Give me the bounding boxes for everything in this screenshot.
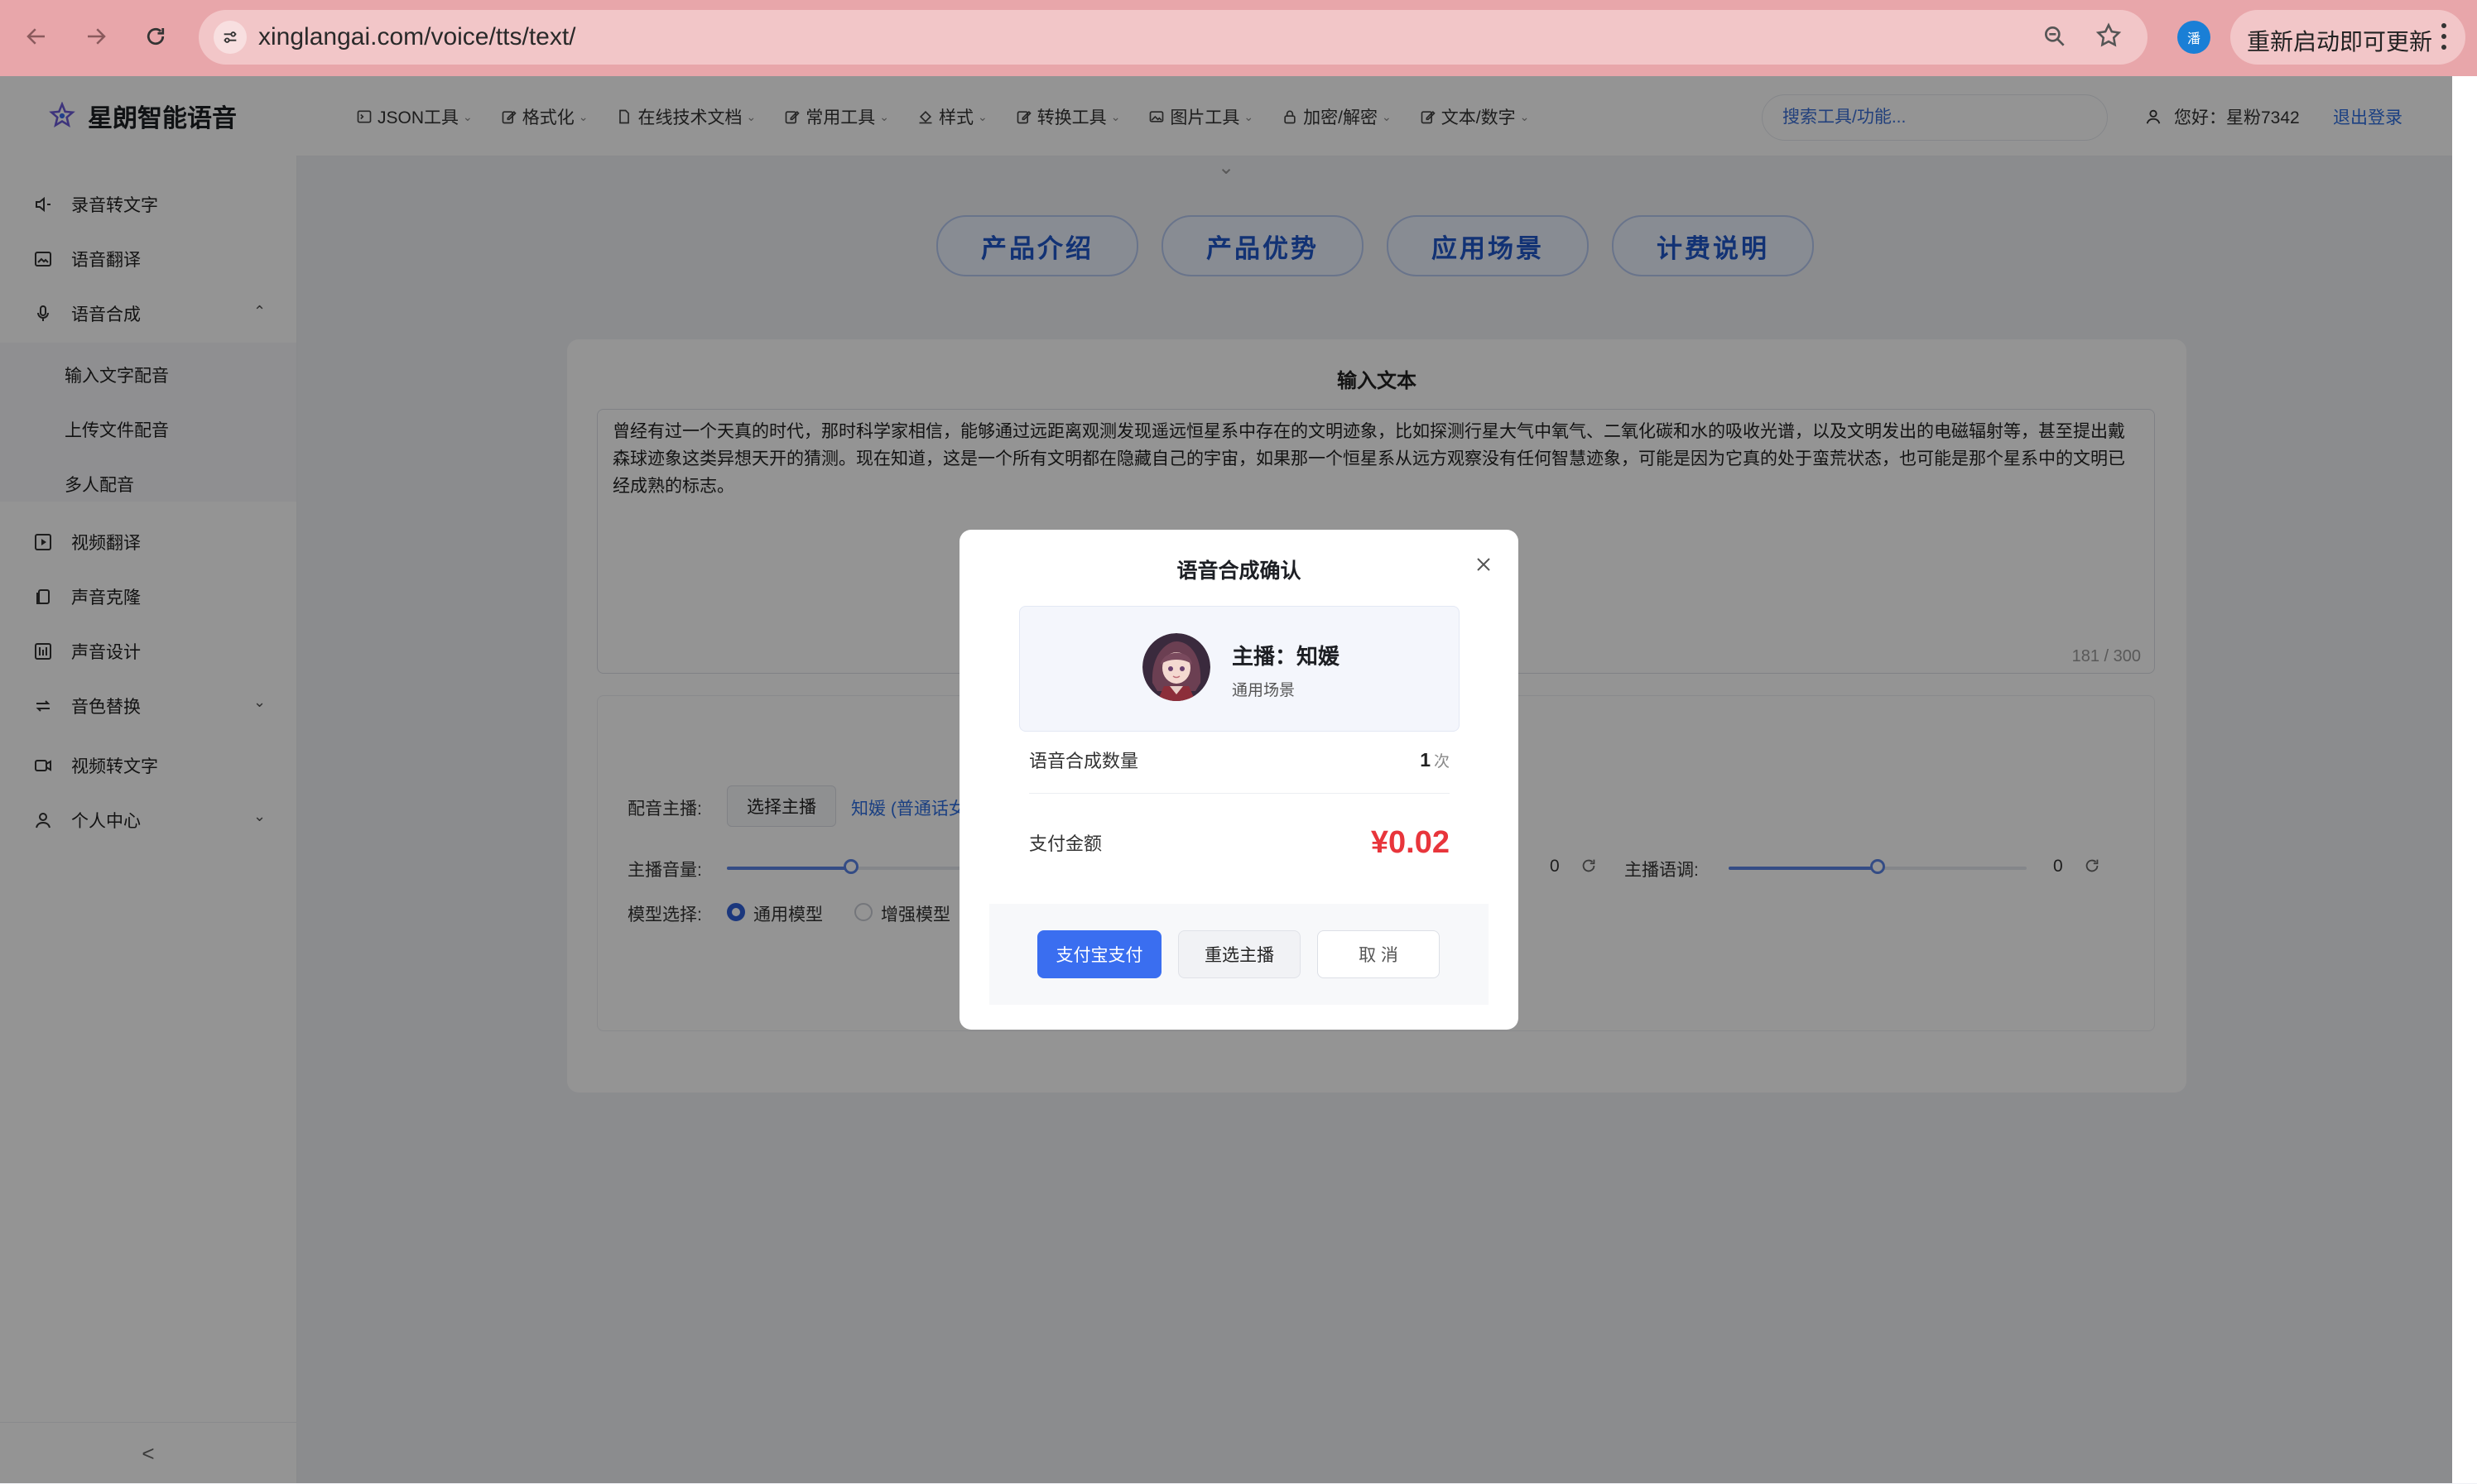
anchor-name: 主播：知媛: [1232, 644, 1340, 669]
amount-value: ¥0.02: [1370, 824, 1450, 860]
close-icon[interactable]: [1474, 555, 1493, 574]
alipay-pay-button[interactable]: 支付宝支付: [1037, 930, 1162, 978]
quantity-number: 1: [1420, 748, 1431, 771]
kebab-menu-icon[interactable]: [2441, 22, 2447, 51]
arrow-right-icon: [88, 28, 106, 45]
reload-button[interactable]: [137, 18, 174, 55]
site-settings-icon[interactable]: [214, 21, 247, 54]
arrow-left-icon: [26, 28, 45, 45]
avatar: [1142, 633, 1210, 701]
dialog-footer: 支付宝支付 重选主播 取 消: [989, 904, 1489, 1005]
quantity-unit: 次: [1433, 752, 1450, 771]
zoom-icon[interactable]: [2042, 23, 2068, 54]
dialog-title: 语音合成确认: [1176, 560, 1301, 583]
reload-icon: [147, 27, 165, 46]
amount-label: 支付金额: [1029, 833, 1103, 854]
url-text[interactable]: xinglangai.com/voice/tts/text/: [258, 23, 576, 51]
browser-toolbar: xinglangai.com/voice/tts/text/ 潘 重新启动即可更…: [0, 0, 2477, 76]
quantity-row: 语音合成数量 1次: [1029, 747, 1450, 773]
update-button[interactable]: 重新启动即可更新: [2230, 10, 2465, 65]
profile-avatar[interactable]: 潘: [2177, 21, 2210, 54]
scrollbar-gutter: [2452, 76, 2477, 1483]
update-label: 重新启动即可更新: [2247, 29, 2433, 55]
anchor-scene: 通用场景: [1232, 682, 1296, 699]
address-bar[interactable]: xinglangai.com/voice/tts/text/: [199, 10, 2148, 65]
tts-confirm-dialog: 语音合成确认 主播：知媛 通用场景 语音合成数量 1次 支付金额 ¥0.02 支: [960, 530, 1518, 1030]
cancel-button[interactable]: 取 消: [1317, 930, 1440, 978]
forward-button[interactable]: [78, 18, 114, 55]
divider: [1029, 793, 1450, 794]
quantity-label: 语音合成数量: [1029, 751, 1139, 771]
bookmark-star-icon[interactable]: [2095, 22, 2123, 54]
amount-row: 支付金额 ¥0.02: [1029, 809, 1450, 876]
anchor-card: 主播：知媛 通用场景: [1019, 606, 1460, 732]
reselect-anchor-button[interactable]: 重选主播: [1178, 930, 1301, 978]
back-button[interactable]: [18, 18, 55, 55]
quantity-value: 1次: [1420, 749, 1450, 771]
